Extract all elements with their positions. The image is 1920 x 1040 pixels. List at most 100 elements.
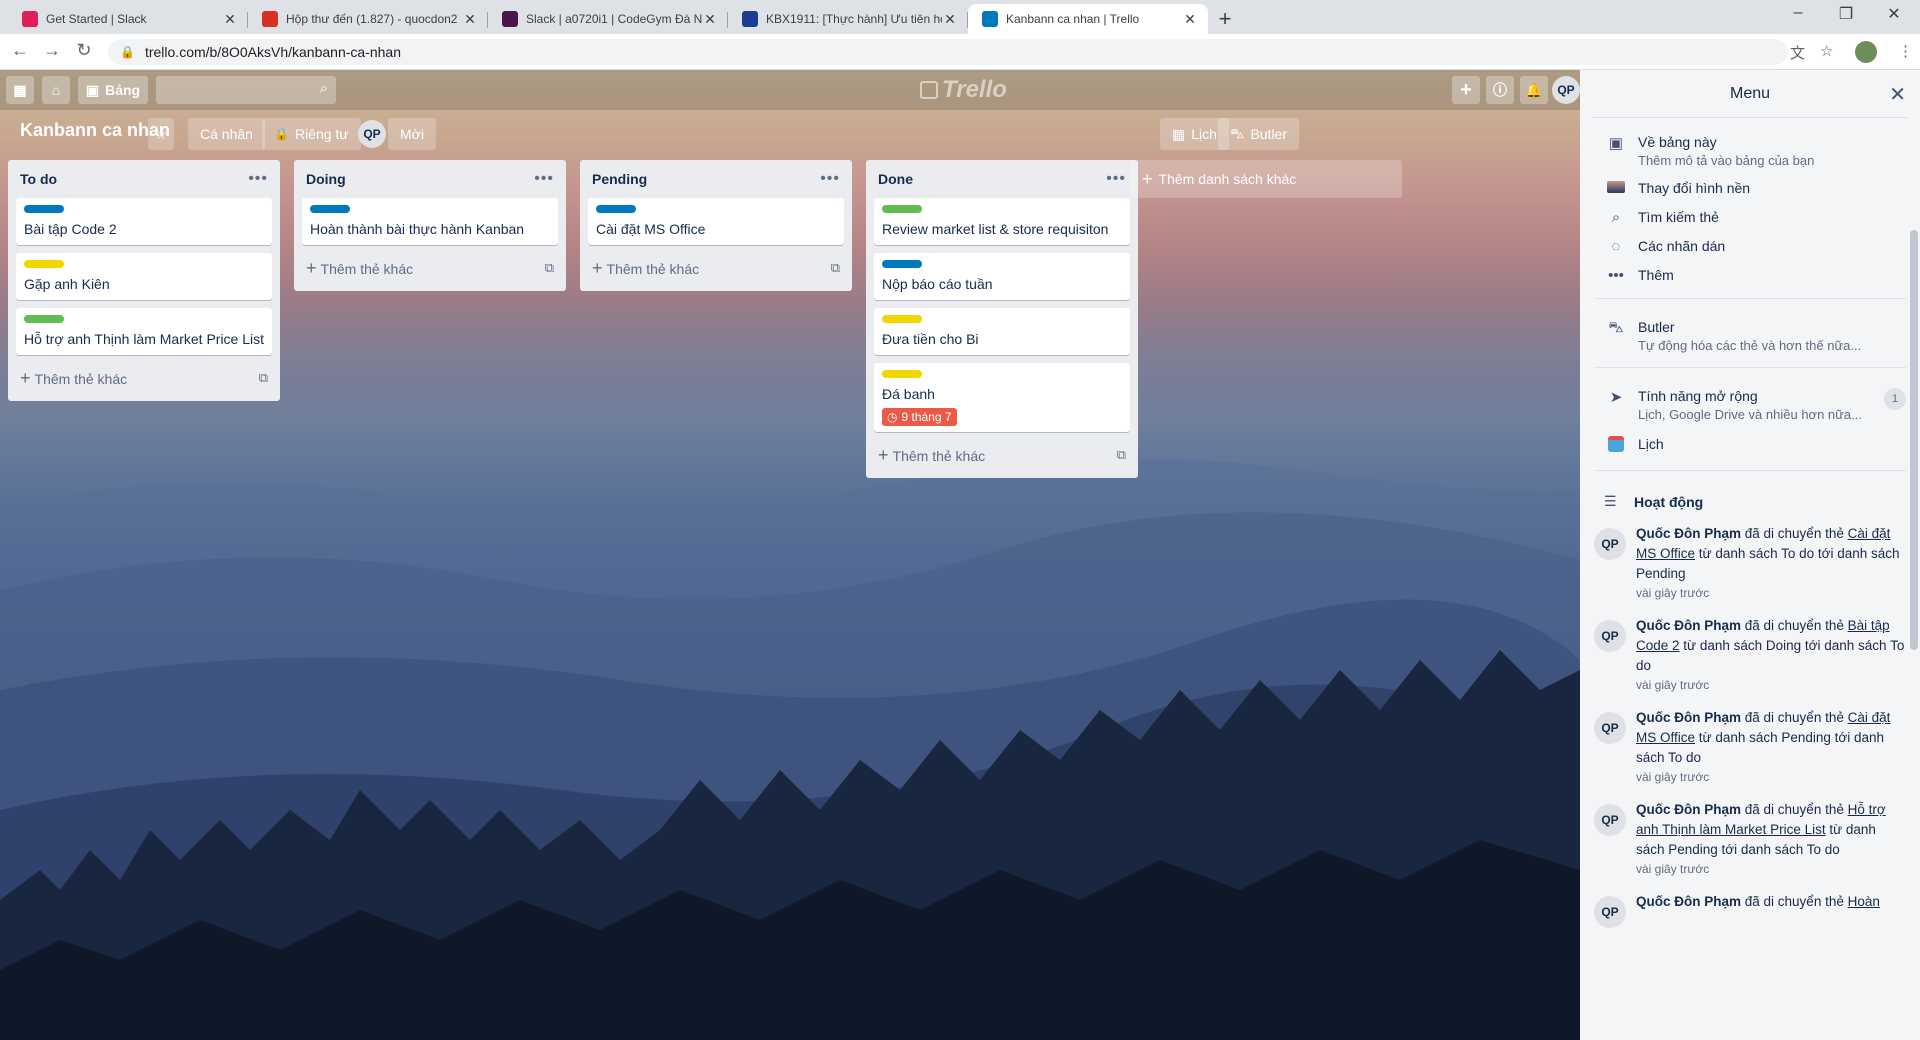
menu-item-powerups[interactable]: ➤ Tính năng mở rộng Lịch, Google Drive v…	[1580, 388, 1920, 422]
browser-menu-icon[interactable]: ⋮	[1898, 42, 1913, 60]
butler-button[interactable]: ⛍ Butler	[1218, 118, 1300, 150]
activity-time[interactable]: vài giây trước	[1636, 768, 1906, 786]
menu-item-calendar[interactable]: Lịch	[1580, 436, 1920, 456]
card[interactable]: Đưa tiền cho Bi	[874, 308, 1130, 355]
close-tab-icon[interactable]: ✕	[702, 11, 718, 28]
card-label[interactable]	[596, 205, 636, 213]
bookmark-star-icon[interactable]: ☆	[1820, 42, 1833, 60]
forward-icon[interactable]: →	[40, 40, 64, 61]
activity-user[interactable]: Quốc Đôn Phạm	[1636, 894, 1741, 909]
activity-avatar[interactable]: QP	[1594, 896, 1626, 928]
card-label[interactable]	[24, 205, 64, 213]
activity-avatar[interactable]: QP	[1594, 804, 1626, 836]
trello-logo[interactable]: Trello	[920, 76, 1007, 104]
activity-user[interactable]: Quốc Đôn Phạm	[1636, 526, 1741, 541]
url-field[interactable]: 🔒 trello.com/b/8O0AksVh/kanbann-ca-nhan	[108, 39, 1788, 65]
activity-time[interactable]: vài giây trước	[1636, 676, 1906, 694]
card-label[interactable]	[882, 315, 922, 323]
card-label[interactable]	[882, 370, 922, 378]
menu-scrollbar[interactable]	[1910, 230, 1918, 650]
list-title[interactable]: Doing	[306, 171, 346, 187]
visibility-button[interactable]: 🔒 Riêng tư	[262, 118, 361, 150]
list-menu-icon[interactable]: •••	[248, 170, 268, 188]
back-icon[interactable]: ←	[8, 40, 32, 61]
browser-tab[interactable]: Slack | a0720i1 | CodeGym Đà Nẵ ✕	[488, 4, 728, 34]
translate-icon[interactable]: 文	[1790, 42, 1805, 63]
menu-item-butler[interactable]: ⛍ Butler Tự động hóa các thẻ và hơn thế …	[1580, 319, 1920, 353]
minimize-button[interactable]: –	[1778, 4, 1818, 22]
list-doing[interactable]: Doing ••• Hoàn thành bài thực hành Kanban +…	[294, 160, 566, 291]
menu-item-stickers[interactable]: ◌ Các nhãn dán	[1580, 238, 1920, 255]
list-menu-icon[interactable]: •••	[820, 170, 840, 188]
menu-item-about[interactable]: ▣ Về bảng này Thêm mô tả vào bảng của bạ…	[1580, 134, 1920, 168]
card[interactable]: Nộp báo cáo tuần	[874, 253, 1130, 300]
invite-button[interactable]: Mời	[388, 118, 436, 150]
activity-avatar[interactable]: QP	[1594, 712, 1626, 744]
browser-tab[interactable]: Get Started | Slack ✕	[8, 4, 248, 34]
close-icon[interactable]: ✕	[1889, 82, 1906, 107]
new-tab-button[interactable]: +	[1212, 6, 1238, 32]
list-to-do[interactable]: To do ••• Bài tập Code 2 Gặp anh Kiên Hỗ trợ…	[8, 160, 280, 401]
search-input[interactable]: ⌕	[156, 76, 336, 104]
close-tab-icon[interactable]: ✕	[942, 11, 958, 28]
notifications-bell-icon[interactable]: 🔔	[1520, 76, 1548, 104]
activity-user[interactable]: Quốc Đôn Phạm	[1636, 618, 1741, 633]
card[interactable]: Review market list & store requisiton	[874, 198, 1130, 245]
close-window-button[interactable]: ✕	[1874, 4, 1914, 24]
close-tab-icon[interactable]: ✕	[462, 11, 478, 28]
card-label[interactable]	[310, 205, 350, 213]
list-title[interactable]: Pending	[592, 171, 647, 187]
apps-grid-icon[interactable]: ▦	[6, 76, 34, 104]
browser-tab[interactable]: Hộp thư đến (1.827) - quocdon2 ✕	[248, 4, 488, 34]
info-icon[interactable]: ⓘ	[1486, 76, 1514, 104]
add-card-button[interactable]: + Thêm thẻ khác ⧉	[874, 440, 1130, 470]
add-card-button[interactable]: + Thêm thẻ khác ⧉	[16, 363, 272, 393]
add-card-button[interactable]: + Thêm thẻ khác ⧉	[588, 253, 844, 283]
board-member-avatar[interactable]: QP	[358, 120, 386, 148]
menu-item-search-cards[interactable]: ⌕ Tìm kiếm thẻ	[1580, 209, 1920, 226]
list-title[interactable]: Done	[878, 171, 913, 187]
close-tab-icon[interactable]: ✕	[222, 11, 238, 28]
reload-icon[interactable]: ↻	[72, 40, 96, 61]
activity-time[interactable]: vài giây trước	[1636, 584, 1906, 602]
card-template-icon[interactable]: ⧉	[831, 260, 840, 276]
team-button[interactable]: Cá nhân	[188, 118, 265, 150]
user-avatar[interactable]: QP	[1552, 76, 1580, 104]
list-menu-icon[interactable]: •••	[534, 170, 554, 188]
card[interactable]: Hỗ trợ anh Thịnh làm Market Price List	[16, 308, 272, 355]
profile-avatar[interactable]	[1855, 41, 1877, 63]
card-label[interactable]	[882, 260, 922, 268]
card-template-icon[interactable]: ⧉	[1117, 447, 1126, 463]
boards-button[interactable]: ▣ Bảng	[78, 76, 148, 104]
menu-item-more[interactable]: ••• Thêm	[1580, 267, 1920, 284]
browser-tab[interactable]: KBX1911: [Thực hành] Ưu tiên hó ✕	[728, 4, 968, 34]
card[interactable]: Hoàn thành bài thực hành Kanban	[302, 198, 558, 245]
card[interactable]: Đá banh ◷ 9 tháng 7	[874, 363, 1130, 432]
browser-tab[interactable]: Kanbann ca nhan | Trello ✕	[968, 4, 1208, 34]
list-pending[interactable]: Pending ••• Cài đặt MS Office + Thêm thẻ khá…	[580, 160, 852, 291]
card[interactable]: Bài tập Code 2	[16, 198, 272, 245]
star-board-icon[interactable]: ☆	[148, 118, 174, 150]
activity-user[interactable]: Quốc Đôn Phạm	[1636, 710, 1741, 725]
home-icon[interactable]: ⌂	[42, 76, 70, 104]
card-label[interactable]	[882, 205, 922, 213]
card[interactable]: Gặp anh Kiên	[16, 253, 272, 300]
list-done[interactable]: Done ••• Review market list & store requis…	[866, 160, 1138, 478]
list-menu-icon[interactable]: •••	[1106, 170, 1126, 188]
due-date-badge[interactable]: ◷ 9 tháng 7	[882, 408, 957, 426]
activity-time[interactable]: vài giây trước	[1636, 860, 1906, 878]
card[interactable]: Cài đặt MS Office	[588, 198, 844, 245]
list-title[interactable]: To do	[20, 171, 57, 187]
card-template-icon[interactable]: ⧉	[545, 260, 554, 276]
activity-avatar[interactable]: QP	[1594, 620, 1626, 652]
activity-user[interactable]: Quốc Đôn Phạm	[1636, 802, 1741, 817]
maximize-button[interactable]: ❐	[1826, 4, 1866, 24]
close-tab-icon[interactable]: ✕	[1182, 11, 1198, 28]
activity-card-link[interactable]: Hoàn	[1848, 894, 1880, 909]
activity-avatar[interactable]: QP	[1594, 528, 1626, 560]
card-label[interactable]	[24, 315, 64, 323]
card-template-icon[interactable]: ⧉	[259, 370, 268, 386]
create-icon[interactable]: +	[1452, 76, 1480, 104]
menu-item-background[interactable]: Thay đổi hình nền	[1580, 180, 1920, 197]
add-list-button[interactable]: + Thêm danh sách khác	[1130, 160, 1402, 198]
